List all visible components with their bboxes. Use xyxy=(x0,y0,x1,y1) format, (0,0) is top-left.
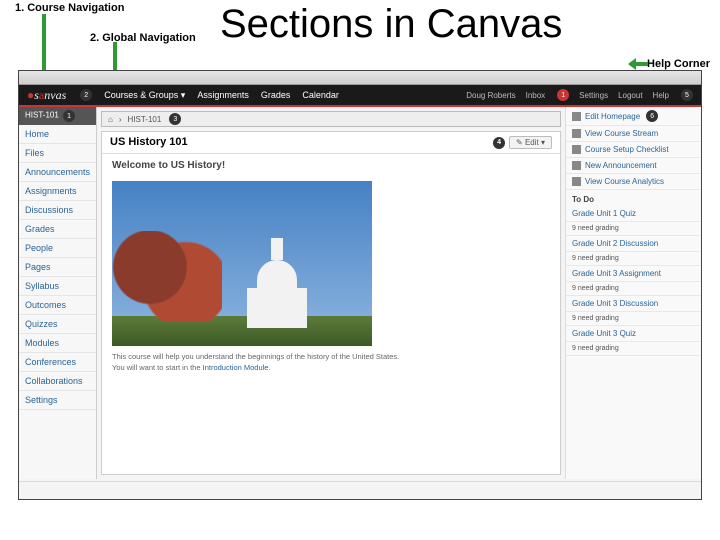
breadcrumb-home-icon[interactable]: ⌂ xyxy=(108,115,113,124)
todo-sub: 9 need grading xyxy=(566,342,701,356)
cn-syllabus[interactable]: Syllabus xyxy=(19,277,96,296)
todo-sub: 9 need grading xyxy=(566,312,701,326)
sb-edit-homepage[interactable]: Edit Homepage xyxy=(585,112,640,121)
nav-help[interactable]: Help xyxy=(653,91,669,100)
macos-menubar xyxy=(19,71,701,85)
cn-settings[interactable]: Settings xyxy=(19,391,96,410)
desc-line-2: You will want to start in the Introducti… xyxy=(112,363,550,374)
todo-sub: 9 need grading xyxy=(566,252,701,266)
sb-view-stream[interactable]: View Course Stream xyxy=(585,129,658,138)
cn-files[interactable]: Files xyxy=(19,144,96,163)
arrow-help-corner xyxy=(630,62,648,66)
cn-modules[interactable]: Modules xyxy=(19,334,96,353)
sb-new-announcement[interactable]: New Announcement xyxy=(585,161,657,170)
nav-assignments[interactable]: Assignments xyxy=(197,90,249,100)
label-help-corner: Help Corner xyxy=(647,58,710,70)
cn-announcements[interactable]: Announcements xyxy=(19,163,96,182)
content-area: US History 101 4 ✎ Edit ▾ Welcome to US … xyxy=(101,131,561,475)
page-title: Sections in Canvas xyxy=(220,2,562,47)
nav-bubble-3: 3 xyxy=(169,113,181,125)
global-nav: ●sanvas 2 Courses & Groups ▾ Assignments… xyxy=(19,85,701,107)
nav-bubble-2: 2 xyxy=(80,89,92,101)
todo-item[interactable]: Grade Unit 3 Discussion xyxy=(566,296,701,312)
cn-grades[interactable]: Grades xyxy=(19,220,96,239)
course-title: US History 101 xyxy=(110,136,188,149)
todo-item[interactable]: Grade Unit 3 Quiz xyxy=(566,326,701,342)
analytics-icon xyxy=(572,177,581,186)
pencil-icon xyxy=(572,112,581,121)
label-global-navigation: 2. Global Navigation xyxy=(90,32,196,44)
canvas-screenshot: ●sanvas 2 Courses & Groups ▾ Assignments… xyxy=(18,70,702,500)
nav-logout[interactable]: Logout xyxy=(618,91,642,100)
welcome-heading: Welcome to US History! xyxy=(102,154,560,177)
cn-quizzes[interactable]: Quizzes xyxy=(19,315,96,334)
todo-sub: 9 need grading xyxy=(566,222,701,236)
intro-module-link[interactable]: Introduction Module xyxy=(203,363,269,372)
nav-grades[interactable]: Grades xyxy=(261,90,291,100)
nav-calendar[interactable]: Calendar xyxy=(302,90,339,100)
edit-button[interactable]: ✎ Edit ▾ xyxy=(509,136,552,149)
footer-area xyxy=(19,481,701,499)
cn-collaborations[interactable]: Collaborations xyxy=(19,372,96,391)
breadcrumb: ⌂ › HIST-101 3 xyxy=(101,111,561,127)
nav-bubble-1: 1 xyxy=(63,110,75,122)
todo-heading: To Do xyxy=(566,190,701,206)
course-description: This course will help you understand the… xyxy=(112,352,550,373)
nav-courses[interactable]: Courses & Groups ▾ xyxy=(104,90,185,101)
nav-settings[interactable]: Settings xyxy=(579,91,608,100)
label-course-navigation: 1. Course Navigation xyxy=(15,2,124,14)
user-name[interactable]: Doug Roberts xyxy=(466,91,515,100)
sidebar-panel: Edit Homepage 6 View Course Stream Cours… xyxy=(565,107,701,479)
nav-bubble-5: 5 xyxy=(681,89,693,101)
cn-assignments[interactable]: Assignments xyxy=(19,182,96,201)
nav-bubble-6: 6 xyxy=(646,110,658,122)
inbox-count: 1 xyxy=(557,89,569,101)
course-nav-header: HIST-101 1 xyxy=(19,107,96,125)
cn-people[interactable]: People xyxy=(19,239,96,258)
breadcrumb-sep: › xyxy=(119,115,122,124)
stream-icon xyxy=(572,129,581,138)
megaphone-icon xyxy=(572,161,581,170)
sb-view-analytics[interactable]: View Course Analytics xyxy=(585,177,664,186)
desc-2a: You will want to start in the xyxy=(112,363,203,372)
course-nav: HIST-101 1 Home Files Announcements Assi… xyxy=(19,107,97,479)
cn-home[interactable]: Home xyxy=(19,125,96,144)
desc-line-1: This course will help you understand the… xyxy=(112,352,550,363)
nav-bubble-4: 4 xyxy=(493,137,505,149)
main-column: ⌂ › HIST-101 3 US History 101 4 ✎ Edit ▾… xyxy=(97,107,565,479)
todo-item[interactable]: Grade Unit 1 Quiz xyxy=(566,206,701,222)
cn-discussions[interactable]: Discussions xyxy=(19,201,96,220)
todo-item[interactable]: Grade Unit 2 Discussion xyxy=(566,236,701,252)
todo-item[interactable]: Grade Unit 3 Assignment xyxy=(566,266,701,282)
checklist-icon xyxy=(572,145,581,154)
hero-image-capitol xyxy=(112,181,372,346)
nav-inbox[interactable]: Inbox xyxy=(526,91,546,100)
help-corner: Doug Roberts Inbox 1 Settings Logout Hel… xyxy=(466,89,693,101)
canvas-logo: ●sanvas xyxy=(27,88,66,103)
breadcrumb-course[interactable]: HIST-101 xyxy=(128,115,162,124)
todo-sub: 9 need grading xyxy=(566,282,701,296)
cn-outcomes[interactable]: Outcomes xyxy=(19,296,96,315)
cn-conferences[interactable]: Conferences xyxy=(19,353,96,372)
cn-pages[interactable]: Pages xyxy=(19,258,96,277)
sb-setup-checklist[interactable]: Course Setup Checklist xyxy=(585,145,669,154)
desc-2b: . xyxy=(268,363,270,372)
logo-text-right: nvas xyxy=(44,88,66,102)
